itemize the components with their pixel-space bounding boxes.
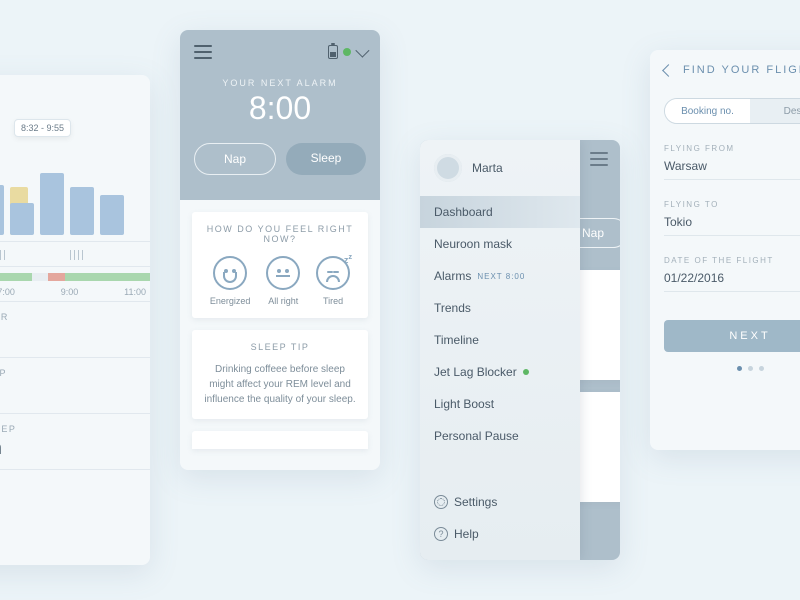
- x-axis-unit: am: [0, 299, 150, 315]
- page-title: FIND YOUR FLIGHT: [683, 64, 800, 76]
- page-indicator: [664, 366, 800, 371]
- nap-button[interactable]: Nap: [194, 143, 276, 175]
- next-button[interactable]: NEXT: [664, 320, 800, 352]
- connected-dot-icon: [343, 48, 351, 56]
- home-screen: YOUR NEXT ALARM 8:00 Nap Sleep HOW DO YO…: [180, 30, 380, 470]
- grin-face-icon: [213, 256, 247, 290]
- tip-card: SLEEP TIP Drinking coffeee before sleep …: [192, 330, 368, 419]
- sleep-chart: 8:32 - 9:55 5:00 7:00 9:00 11:00 am: [0, 101, 150, 301]
- trends-screen: 016 8:32 - 9:55 5:00: [0, 75, 150, 565]
- help-icon: [434, 527, 448, 541]
- nav-drawer: Marta Dashboard Neuroon mask Alarms NEXT…: [420, 140, 580, 560]
- nav-personal-pause[interactable]: Personal Pause: [420, 420, 580, 452]
- nav-alarms[interactable]: Alarms NEXT 8:00: [420, 260, 580, 292]
- chevron-down-icon: [355, 44, 369, 58]
- search-mode-toggle[interactable]: Booking no. Des: [664, 98, 800, 124]
- back-icon[interactable]: [662, 64, 675, 77]
- avatar: [434, 154, 462, 182]
- flying-from-field[interactable]: FLYING FROM Warsaw: [664, 144, 800, 180]
- trends-date: 016: [0, 75, 150, 101]
- nav-jetlag[interactable]: Jet Lag Blocker: [420, 356, 580, 388]
- feel-energized[interactable]: Energized: [210, 256, 251, 306]
- active-dot-icon: [523, 369, 529, 375]
- tired-face-icon: zz: [316, 256, 350, 290]
- device-status[interactable]: [328, 45, 366, 59]
- nav-help[interactable]: Help: [420, 518, 580, 550]
- nav-neuroon-mask[interactable]: Neuroon mask: [420, 228, 580, 260]
- user-name: Marta: [472, 161, 503, 175]
- drawer-screen: Nap Marta Dashboard Neuroon mask Alarms …: [420, 140, 620, 560]
- user-row[interactable]: Marta: [420, 154, 580, 196]
- feel-allright[interactable]: All right: [266, 256, 300, 306]
- alarms-badge: NEXT 8:00: [477, 272, 525, 281]
- flight-date-field[interactable]: DATE OF THE FLIGHT 01/22/2016: [664, 256, 800, 292]
- menu-icon[interactable]: [590, 152, 608, 166]
- nav-dashboard[interactable]: Dashboard: [420, 196, 580, 228]
- battery-icon: [328, 45, 338, 59]
- chart-tooltip: 8:32 - 9:55: [14, 119, 71, 137]
- quality-bar: [0, 273, 150, 281]
- feel-tired[interactable]: zz Tired: [316, 256, 350, 306]
- next-alarm-label: YOUR NEXT ALARM: [194, 78, 366, 88]
- x-axis: 5:00 7:00 9:00 11:00: [0, 281, 150, 299]
- seg-booking[interactable]: Booking no.: [665, 99, 750, 123]
- nav-settings[interactable]: Settings: [420, 486, 580, 518]
- card-stub: [192, 431, 368, 449]
- stats-list: AWAKE FOR 33m LEEP REM SLEEP 34% LIGHT S…: [0, 301, 150, 470]
- neutral-face-icon: [266, 256, 300, 290]
- nav-light-boost[interactable]: Light Boost: [420, 388, 580, 420]
- tip-body: Drinking coffeee before sleep might affe…: [202, 362, 358, 407]
- feel-card: HOW DO YOU FEEL RIGHT NOW? Energized All…: [192, 212, 368, 318]
- stat-light: LIGHT SLEEP 2h 21m: [0, 414, 150, 470]
- flight-screen: FIND YOUR FLIGHT Booking no. Des FLYING …: [650, 50, 800, 450]
- flying-to-field[interactable]: FLYING TO Tokio: [664, 200, 800, 236]
- gear-icon: [434, 495, 448, 509]
- nav-trends[interactable]: Trends: [420, 292, 580, 324]
- nav-timeline[interactable]: Timeline: [420, 324, 580, 356]
- next-alarm-time: 8:00: [194, 90, 366, 127]
- stat-rem: LEEP REM SLEEP 34%: [0, 358, 150, 414]
- menu-icon[interactable]: [194, 45, 212, 59]
- zz-icon: zz: [344, 252, 352, 265]
- audio-waveform: [0, 241, 150, 267]
- sleep-button[interactable]: Sleep: [286, 143, 366, 175]
- seg-destination[interactable]: Des: [750, 99, 800, 123]
